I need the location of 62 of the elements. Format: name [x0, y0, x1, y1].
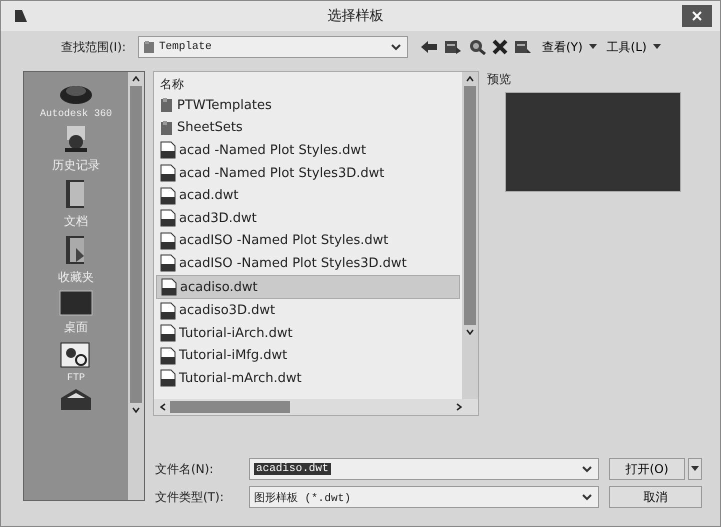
chevron-down-icon	[582, 465, 592, 473]
delete-icon[interactable]	[492, 39, 508, 55]
file-list-item[interactable]: acadISO -Named Plot Styles3D.dwt	[156, 252, 460, 275]
ftp-folder-icon	[60, 340, 92, 370]
file-type-label: 文件类型(T):	[155, 488, 225, 506]
look-in-dropdown[interactable]: Template	[138, 36, 408, 58]
desktop-icon	[59, 290, 93, 316]
scrollbar[interactable]	[462, 72, 478, 399]
dropdown-button[interactable]	[688, 458, 702, 480]
file-type-dropdown[interactable]: 图形样板 (*.dwt)	[249, 486, 599, 508]
file-list-item[interactable]: Tutorial-mArch.dwt	[156, 367, 460, 390]
file-icon	[160, 209, 176, 228]
file-list-item[interactable]: acad.dwt	[156, 184, 460, 207]
cancel-button[interactable]: 取消	[609, 486, 702, 508]
file-list-item[interactable]: PTWTemplates	[156, 94, 460, 117]
scroll-up-icon	[132, 76, 140, 82]
file-icon	[160, 232, 176, 250]
preview-label: 预览	[487, 71, 512, 88]
file-icon	[160, 141, 176, 160]
close-button[interactable]	[682, 5, 712, 27]
file-list-item[interactable]: Tutorial-iArch.dwt	[156, 322, 460, 345]
chevron-down-icon	[582, 493, 592, 501]
file-icon	[160, 324, 176, 342]
column-header[interactable]: 名称	[156, 74, 460, 94]
toolbar-menu[interactable]: 工具(L)	[602, 38, 647, 56]
file-name-field[interactable]: acadiso.dwt	[249, 458, 599, 480]
chevron-down-icon	[390, 43, 401, 51]
dropdown-arrow-icon[interactable]	[588, 44, 597, 50]
app-icon	[13, 8, 29, 24]
window-title: 选择样板	[326, 7, 384, 25]
toolbar-menu[interactable]: 查看(Y)	[538, 38, 583, 56]
file-icon	[161, 278, 177, 296]
file-list-item[interactable]: acad -Named Plot Styles3D.dwt	[156, 162, 460, 184]
open-button[interactable]: 打开(O)	[609, 458, 685, 480]
scroll-down-icon	[132, 406, 140, 413]
file-icon	[160, 254, 176, 272]
look-in-label: 查找范围(I):	[61, 38, 126, 56]
file-list-item[interactable]: acad -Named Plot Styles.dwt	[156, 139, 460, 162]
file-icon	[160, 164, 176, 182]
file-list-item[interactable]: acad3D.dwt	[156, 206, 460, 230]
back-arrow-icon[interactable]	[420, 40, 438, 54]
scrollbar[interactable]	[128, 72, 144, 500]
folder-up-icon[interactable]	[444, 39, 462, 55]
file-list-item[interactable]: acadiso3D.dwt	[156, 299, 460, 322]
file-icon	[160, 186, 176, 205]
horizontal-scrollbar[interactable]	[154, 399, 478, 415]
caret-icon	[691, 466, 699, 472]
dropdown-arrow-icon[interactable]	[652, 44, 661, 50]
file-icon	[160, 302, 176, 320]
new-folder-icon[interactable]	[514, 39, 532, 55]
scroll-left-icon	[160, 403, 166, 411]
scroll-down-icon	[466, 328, 474, 335]
file-list-item[interactable]: SheetSets	[156, 116, 460, 140]
scroll-up-icon	[466, 76, 474, 82]
file-list-item[interactable]: acadiso.dwt	[156, 274, 460, 300]
scroll-right-icon	[456, 403, 462, 411]
close-icon	[692, 11, 702, 21]
file-list-item[interactable]: acadISO -Named Plot Styles.dwt	[156, 230, 460, 252]
file-icon	[160, 346, 176, 365]
file-name-label: 文件名(N):	[155, 460, 214, 478]
file-icon	[160, 369, 176, 388]
file-list-item[interactable]: Tutorial-iMfg.dwt	[156, 344, 460, 368]
